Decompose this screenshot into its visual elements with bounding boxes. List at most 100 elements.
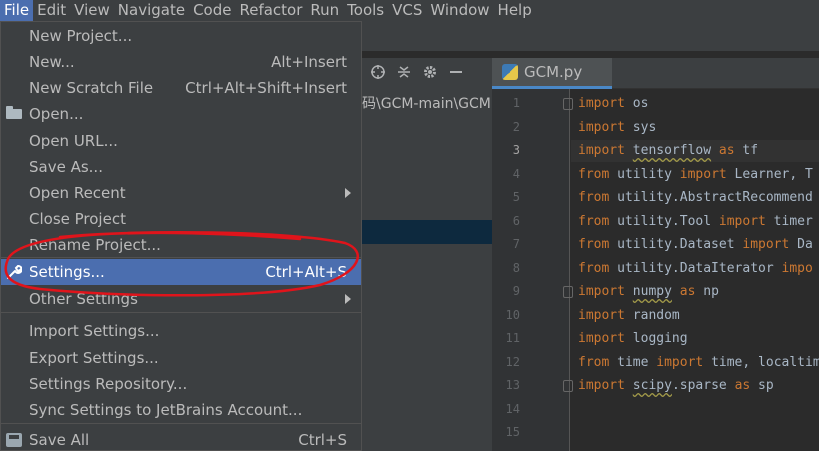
menu-item-save-as[interactable]: Save As... [1, 154, 361, 180]
menu-item-new[interactable]: New... Alt+Insert [1, 49, 361, 75]
menu-refactor[interactable]: Refactor [235, 0, 306, 21]
folder-icon [6, 106, 22, 119]
code-token: numpy [632, 284, 672, 299]
menu-vcs[interactable]: VCS [388, 0, 426, 21]
menu-item-other-settings[interactable]: Other Settings [1, 286, 361, 312]
menu-view[interactable]: View [70, 0, 114, 21]
code-keyword: import [578, 143, 625, 158]
menu-item-label: Open URL... [29, 132, 118, 150]
project-tree-selected-row[interactable] [362, 220, 492, 244]
code-token: sp [750, 378, 774, 393]
line-number: 13 [505, 378, 520, 392]
code-line: import os [578, 93, 648, 115]
code-token: utility [609, 166, 680, 182]
code-keyword: from [578, 354, 610, 370]
menu-item-label: New... [29, 53, 75, 71]
line-number: 4 [512, 166, 520, 181]
line-number: 11 [505, 331, 520, 345]
code-keyword: as [679, 284, 696, 299]
code-line: from time import time, localtim [578, 352, 819, 374]
menu-run[interactable]: Run [306, 0, 343, 21]
code-line: import scipy.sparse as sp [578, 375, 774, 397]
code-keyword: import [656, 354, 704, 370]
menu-item-label: Export Settings... [29, 349, 159, 367]
code-token: time [609, 354, 657, 370]
minimize-icon[interactable] [446, 64, 466, 84]
code-keyword: impo [781, 260, 813, 276]
menu-edit[interactable]: Edit [33, 0, 70, 21]
menu-item-new-scratch-file[interactable]: New Scratch File Ctrl+Alt+Shift+Insert [1, 75, 361, 101]
menu-item-open-recent[interactable]: Open Recent [1, 180, 361, 206]
code-keyword: from [578, 166, 610, 182]
code-keyword: import [718, 213, 766, 229]
code-token: Learner, T [726, 166, 813, 182]
menu-item-label: Other Settings [29, 290, 138, 308]
menu-item-shortcut: Alt+Insert [271, 53, 347, 71]
menu-item-label: New Scratch File [29, 79, 154, 97]
project-panel [362, 89, 492, 451]
menu-item-save-all[interactable]: Save All Ctrl+S [1, 427, 361, 451]
menu-item-open[interactable]: Open... [1, 101, 361, 127]
line-number: 8 [512, 260, 520, 275]
menu-item-shortcut: Ctrl+Alt+Shift+Insert [185, 79, 347, 97]
menu-item-label: Import Settings... [29, 322, 160, 340]
menu-item-close-project[interactable]: Close Project [1, 206, 361, 232]
code-editor[interactable]: import os import sys import tensorflow as … [571, 89, 819, 451]
menu-item-open-url[interactable]: Open URL... [1, 128, 361, 154]
menu-tools[interactable]: Tools [343, 0, 388, 21]
code-token: .sparse [671, 378, 735, 393]
code-token: scipy [632, 378, 672, 393]
menu-item-label: Save All [29, 431, 90, 449]
code-line: from utility import Learner, T [578, 164, 813, 186]
menu-item-settings[interactable]: Settings... Ctrl+Alt+S [1, 259, 361, 285]
wrench-icon [6, 264, 23, 279]
editor-gutter: 1 2 3 4 5 6 7 8 9 10 11 12 13 14 15 [492, 89, 573, 451]
submenu-arrow-icon [345, 188, 351, 198]
menu-item-rename-project[interactable]: Rename Project... [1, 232, 361, 258]
editor-tab-bar: GCM.py [492, 58, 819, 89]
menu-code[interactable]: Code [189, 0, 235, 21]
menu-item-import-settings[interactable]: Import Settings... [1, 318, 361, 344]
menu-item-shortcut: Ctrl+Alt+S [265, 263, 347, 281]
tab-gcm-py[interactable]: GCM.py [492, 58, 612, 89]
menu-window[interactable]: Window [426, 0, 493, 21]
menu-item-label: New Project... [29, 27, 133, 45]
menu-item-sync-settings-to-jetbrains-account[interactable]: Sync Settings to JetBrains Account... [1, 397, 361, 423]
menu-item-label: Rename Project... [29, 236, 161, 254]
code-line: import tensorflow as tf [578, 140, 758, 162]
menu-navigate[interactable]: Navigate [114, 0, 189, 21]
code-keyword: import [742, 237, 790, 252]
code-token: os [624, 96, 649, 111]
code-token: utility.AbstractRecommend [609, 190, 813, 205]
submenu-arrow-icon [345, 294, 351, 304]
gear-icon[interactable] [420, 64, 440, 84]
collapse-icon[interactable] [394, 64, 414, 84]
code-keyword: from [578, 237, 610, 252]
tab-label: GCM.py [524, 63, 583, 81]
code-line: import numpy as np [578, 281, 719, 303]
menu-help[interactable]: Help [494, 0, 536, 21]
menu-item-label: Open Recent [29, 184, 126, 202]
crosshair-icon[interactable] [368, 64, 388, 84]
line-number: 9 [512, 284, 520, 298]
code-keyword: from [578, 213, 610, 229]
menu-item-label: Save As... [29, 158, 103, 176]
menu-separator [1, 257, 361, 258]
menu-item-new-project[interactable]: New Project... [1, 23, 361, 49]
menu-item-settings-repository[interactable]: Settings Repository... [1, 371, 361, 397]
line-number: 15 [505, 425, 520, 439]
line-number: 10 [505, 307, 520, 322]
project-path: 码\GCM-main\GCM [362, 96, 491, 112]
code-line: from utility.Dataset import Da [578, 234, 813, 256]
menu-item-label: Open... [29, 105, 84, 123]
menu-item-export-settings[interactable]: Export Settings... [1, 345, 361, 371]
code-line: from utility.DataIterator impo [578, 258, 813, 280]
menu-separator [1, 312, 361, 313]
code-line: from utility.Tool import timer [578, 211, 813, 233]
code-token: sys [624, 119, 657, 135]
line-number: 6 [512, 213, 520, 228]
menu-file[interactable]: File [0, 0, 34, 21]
